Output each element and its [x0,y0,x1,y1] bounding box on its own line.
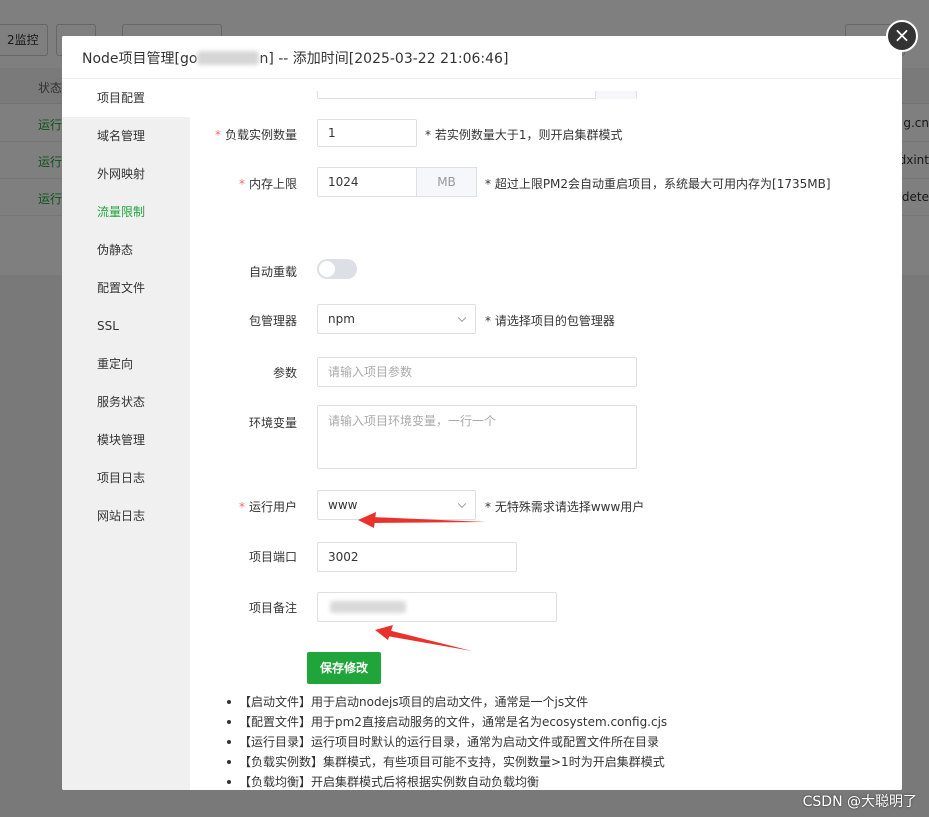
auto-reload-toggle[interactable] [317,259,357,279]
toggle-knob [319,261,335,277]
list-item: 【配置文件】用于pm2直接启动服务的文件，通常是名为ecosystem.conf… [225,712,667,732]
params-input[interactable]: 请输入项目参数 [317,357,637,387]
instances-label: * 负载实例数量 [177,126,297,143]
run-user-label-text: 运行用户 [248,500,297,514]
memory-label-text: 内存上限 [248,177,297,191]
watermark: CSDN @大聪明了 [802,794,917,810]
dialog-header: Node项目管理[go n] -- 添加时间[2025-03-22 21:06:4… [62,36,902,79]
required-mark: * [214,128,221,142]
required-mark: * [238,500,245,514]
required-mark: * [238,177,245,191]
package-manager-hint: * 请选择项目的包管理器 [485,314,615,328]
run-user-label: * 运行用户 [177,498,297,515]
help-tips: 【启动文件】用于启动nodejs项目的启动文件，通常是一个js文件 【配置文件】… [225,692,667,790]
sidebar-item-port-mapping[interactable]: 外网映射 [62,155,190,193]
sidebar-item-ssl[interactable]: SSL [62,307,190,345]
list-item: 【负载实例数】集群模式，有些项目可能不支持，实例数量>1时为开启集群模式 [225,752,667,772]
list-item: 【运行目录】运行项目时默认的运行目录，通常为启动文件或配置文件所在目录 [225,732,667,752]
instances-input[interactable]: 1 [317,119,417,147]
dialog-title-prefix: Node项目管理[go [82,51,198,67]
cut-off-input [317,91,637,99]
env-textarea[interactable]: 请输入项目环境变量，一行一个 [317,405,637,469]
list-item: 【负载均衡】开启集群模式后将根据实例数自动负载均衡 [225,772,667,790]
instances-hint: * 若实例数量大于1，则开启集群模式 [425,128,623,142]
remark-label: 项目备注 [248,601,297,615]
package-manager-label: 包管理器 [248,314,297,328]
auto-reload-label: 自动重载 [248,265,297,279]
list-item: 【启动文件】用于启动nodejs项目的启动文件，通常是一个js文件 [225,692,667,712]
save-button[interactable]: 保存修改 [307,652,381,684]
dialog-title: Node项目管理[go n] -- 添加时间[2025-03-22 21:06:4… [82,48,508,68]
dialog-sidebar: 项目配置 域名管理 外网映射 流量限制 伪静态 配置文件 SSL 重定向 服务状… [62,79,190,790]
memory-label: * 内存上限 [177,175,297,192]
close-dialog-button[interactable]: × [886,20,918,52]
cut-off-input-addon [595,91,636,99]
sidebar-item-domain[interactable]: 域名管理 [62,117,190,155]
port-label: 项目端口 [248,550,297,564]
env-label: 环境变量 [248,416,297,430]
port-input[interactable]: 3002 [317,542,517,572]
redacted-remark [330,601,406,613]
run-user-select[interactable]: www [317,490,476,520]
node-project-dialog: Node项目管理[go n] -- 添加时间[2025-03-22 21:06:4… [62,36,902,790]
run-user-hint: * 无特殊需求请选择www用户 [485,500,645,514]
params-label: 参数 [272,366,297,380]
sidebar-item-modules[interactable]: 模块管理 [62,421,190,459]
package-manager-value: npm [328,312,355,326]
sidebar-item-project-log[interactable]: 项目日志 [62,459,190,497]
package-manager-select[interactable]: npm [317,304,476,334]
chevron-down-icon [457,499,467,509]
instances-label-text: 负载实例数量 [224,128,297,142]
memory-unit: MB [417,167,477,197]
sidebar-item-redirect[interactable]: 重定向 [62,345,190,383]
dialog-content: * 负载实例数量 1 * 若实例数量大于1，则开启集群模式 * 内存上限 1024 … [190,79,902,790]
sidebar-item-site-log[interactable]: 网站日志 [62,497,190,535]
sidebar-item-config-file[interactable]: 配置文件 [62,269,190,307]
memory-input[interactable]: 1024 [317,167,417,197]
sidebar-item-rewrite[interactable]: 伪静态 [62,231,190,269]
sidebar-item-service-status[interactable]: 服务状态 [62,383,190,421]
run-user-value: www [328,498,358,512]
sidebar-item-traffic-limit[interactable]: 流量限制 [62,193,190,231]
memory-hint: * 超过上限PM2会自动重启项目，系统最大可用内存为[1735MB] [485,177,831,191]
chevron-down-icon [457,313,467,323]
sidebar-item-project-config[interactable]: 项目配置 [62,79,190,117]
redacted-project-name [197,51,260,65]
dialog-title-suffix: n] -- 添加时间[2025-03-22 21:06:46] [259,51,509,67]
